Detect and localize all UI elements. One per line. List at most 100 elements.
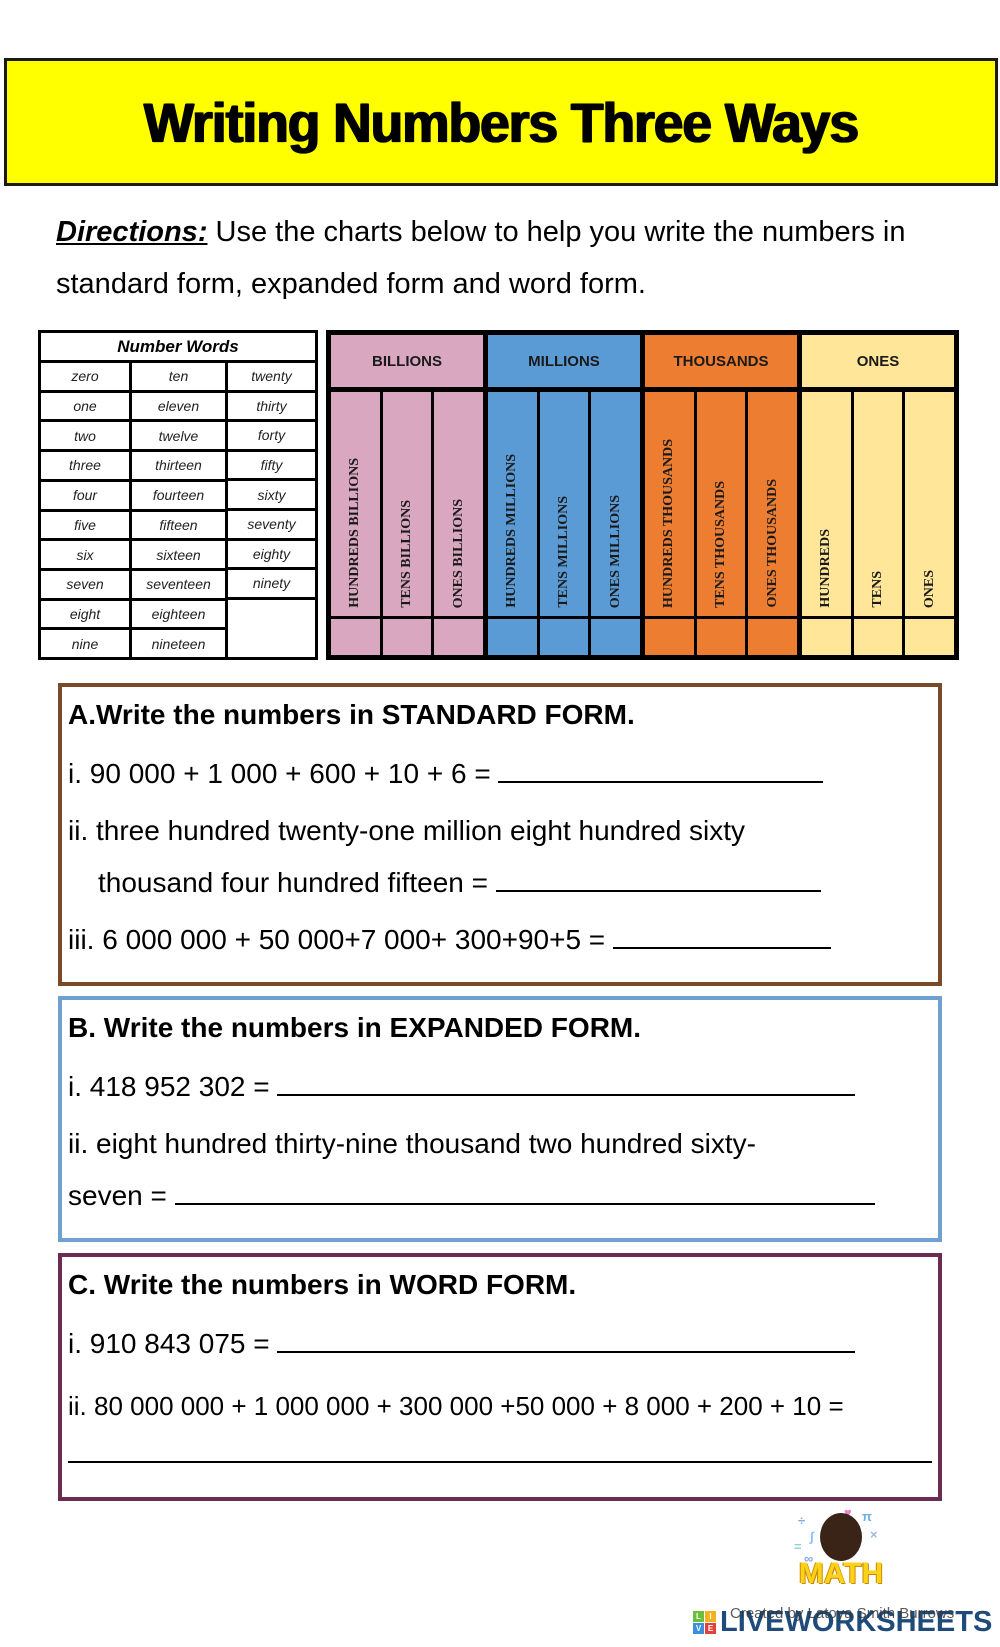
section-a-heading: A.Write the numbers in STANDARD FORM. (68, 699, 635, 730)
number-word-cell: eighty (228, 541, 315, 571)
place-value-cell[interactable] (382, 619, 432, 655)
created-by-credit: Created by Latoya Smith Burrows (730, 1605, 955, 1622)
number-word-cell: sixty (228, 481, 315, 511)
directions: Directions: Use the charts below to help… (56, 206, 956, 310)
number-word-cell: nine (71, 635, 99, 652)
place-label: HUNDREDS (818, 529, 834, 608)
number-word-cell: one (41, 393, 129, 423)
answer-blank-c2[interactable] (68, 1439, 932, 1463)
title-banner: Writing Numbers Three Ways (4, 58, 998, 186)
place-column: HUNDREDS (802, 392, 851, 655)
number-word-cell: three (41, 452, 129, 482)
number-word-cell: ninety (228, 570, 315, 600)
period-header: ONES (802, 335, 954, 387)
question-a2-line1: ii. three hundred twenty-one million eig… (68, 815, 746, 846)
question-b1-text: i. 418 952 302 = (68, 1071, 270, 1102)
answer-blank-b1[interactable] (277, 1072, 856, 1096)
question-c2: ii. 80 000 000 + 1 000 000 + 300 000 +50… (68, 1375, 932, 1437)
place-column: TENS THOUSANDS (696, 392, 746, 655)
section-b-heading: B. Write the numbers in EXPANDED FORM. (68, 1012, 642, 1043)
number-word-cell: eighteen (132, 601, 225, 631)
question-b1: i. 418 952 302 = (68, 1056, 932, 1118)
section-word-form: C. Write the numbers in WORD FORM. i. 91… (58, 1253, 942, 1501)
question-a1-text: i. 90 000 + 1 000 + 600 + 10 + 6 = (68, 758, 491, 789)
question-b2: ii. eight hundred thirty-nine thousand t… (68, 1118, 932, 1222)
period-header: BILLIONS (331, 335, 483, 387)
place-column: ONES THOUSANDS (748, 392, 798, 655)
number-word-cell: seventeen (132, 571, 225, 601)
place-label: TENS THOUSANDS (713, 481, 728, 608)
answer-blank-a3[interactable] (612, 925, 831, 949)
place-label: HUNDREDS MILLIONS (504, 454, 520, 608)
place-column: TENS BILLIONS (382, 392, 432, 655)
question-a2-line2: thousand four hundred fifteen = (98, 867, 488, 898)
place-label: HUNDREDS THOUSANDS (661, 439, 677, 608)
question-c1-text: i. 910 843 075 = (68, 1328, 270, 1359)
question-b2-line1: ii. eight hundred thirty-nine thousand t… (68, 1128, 756, 1159)
place-value-cell[interactable] (696, 619, 746, 655)
pi-icon: π (862, 1509, 872, 1524)
place-label: TENS MILLIONS (556, 496, 571, 608)
multiply-icon: × (870, 1527, 878, 1542)
place-value-cell[interactable] (853, 619, 903, 655)
place-column: TENS (853, 392, 903, 655)
place-value-cell[interactable] (645, 619, 694, 655)
answer-blank-c1[interactable] (277, 1329, 856, 1353)
place-value-cell[interactable] (748, 619, 798, 655)
worksheet-title: Writing Numbers Three Ways (143, 90, 859, 154)
math-logo-text: MATH (798, 1557, 884, 1590)
place-value-cell[interactable] (434, 619, 484, 655)
number-words-grid: zero one two three four five six seven eight nine… (41, 363, 315, 657)
divide-icon: ÷ (798, 1513, 806, 1528)
place-column: HUNDREDS MILLIONS (488, 392, 537, 655)
brand-block-e: E (705, 1622, 716, 1634)
place-value-cell[interactable] (488, 619, 537, 655)
integral-icon: ∫ (810, 1529, 814, 1544)
number-word-cell: eight (41, 601, 129, 631)
number-word-cell: forty (228, 422, 315, 452)
number-word-cell: fourteen (132, 482, 225, 512)
brand-block-v: V (693, 1622, 704, 1634)
period-thousands: THOUSANDS HUNDREDS THOUSANDS TENS THOUSAND… (645, 335, 798, 655)
period-header: THOUSANDS (645, 335, 797, 387)
period-billions: BILLIONS HUNDREDS BILLIONS TENS BILLIONS ON… (331, 335, 484, 655)
place-label: HUNDREDS BILLIONS (347, 458, 363, 608)
place-label: ONES MILLIONS (607, 494, 623, 608)
number-word-cell: six (41, 541, 129, 571)
number-word-cell: twenty (228, 363, 315, 393)
question-a1: i. 90 000 + 1 000 + 600 + 10 + 6 = (68, 743, 932, 805)
place-value-cell[interactable] (802, 619, 851, 655)
math-logo: ÷ π ∫ × = ∞ ♥ MATH (790, 1505, 890, 1600)
section-expanded-form: B. Write the numbers in EXPANDED FORM. i… (58, 996, 942, 1242)
question-a2: ii. three hundred twenty-one million eig… (68, 805, 932, 909)
place-label: ONES (921, 569, 937, 608)
place-value-cell[interactable] (591, 619, 641, 655)
place-column: ONES MILLIONS (591, 392, 641, 655)
answer-blank-b2[interactable] (174, 1181, 875, 1205)
number-word-cell: zero (41, 363, 129, 393)
question-c2-text: ii. 80 000 000 + 1 000 000 + 300 000 +50… (68, 1391, 844, 1421)
place-label: ONES BILLIONS (450, 498, 466, 608)
section-standard-form: A.Write the numbers in STANDARD FORM. i.… (58, 683, 942, 986)
number-words-header: Number Words (41, 333, 315, 363)
question-c1: i. 910 843 075 = (68, 1313, 932, 1375)
place-column: ONES BILLIONS (434, 392, 484, 655)
number-word-cell: fifty (228, 452, 315, 482)
place-column: HUNDREDS BILLIONS (331, 392, 380, 655)
period-header: MILLIONS (488, 335, 640, 387)
number-word-cell: thirteen (132, 452, 225, 482)
number-word-cell: fifteen (132, 512, 225, 542)
place-column: HUNDREDS THOUSANDS (645, 392, 694, 655)
question-a3: iii. 6 000 000 + 50 000+7 000+ 300+90+5 … (68, 909, 932, 971)
place-value-cell[interactable] (905, 619, 955, 655)
place-value-cell[interactable] (331, 619, 380, 655)
number-word-cell: thirty (228, 393, 315, 423)
number-word-cell: four (41, 482, 129, 512)
answer-blank-a2[interactable] (495, 868, 821, 892)
number-word-cell: twelve (132, 422, 225, 453)
empty-cell (228, 600, 315, 657)
number-word-cell: eleven (132, 393, 225, 423)
place-value-cell[interactable] (539, 619, 589, 655)
answer-blank-a1[interactable] (498, 759, 824, 783)
question-a3-text: iii. 6 000 000 + 50 000+7 000+ 300+90+5 … (68, 924, 606, 955)
